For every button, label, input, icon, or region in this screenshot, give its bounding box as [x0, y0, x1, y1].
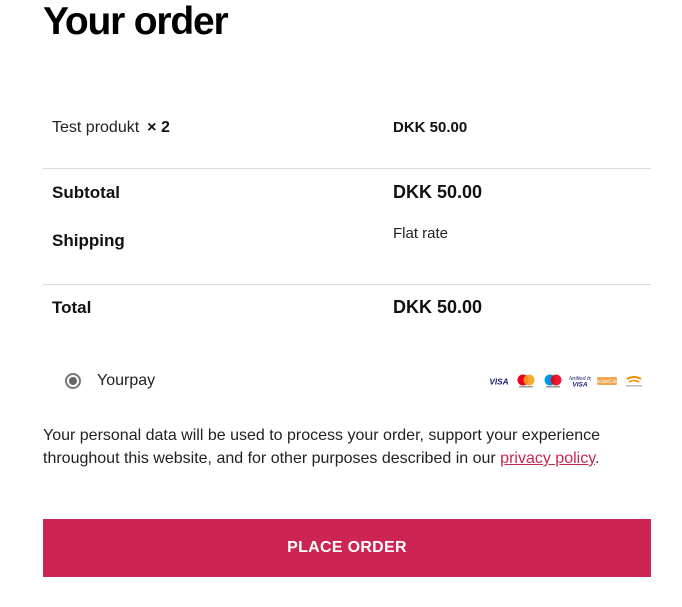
subtotal-label: Subtotal — [52, 183, 120, 202]
privacy-text-end: . — [595, 450, 600, 467]
product-quantity: × 2 — [147, 119, 170, 136]
payment-method-label[interactable]: Yourpay — [97, 372, 155, 390]
order-item-row: Test produkt × 2 DKK 50.00 — [43, 96, 651, 168]
page-title: Your order — [43, 0, 229, 43]
subtotal-row: Subtotal DKK 50.00 — [43, 169, 651, 217]
payment-method-yourpay[interactable]: Yourpay VISA Verified by VISA — [43, 366, 651, 398]
mastercard-icon — [515, 374, 537, 388]
visa-electron-icon: Verified by VISA — [569, 374, 591, 388]
order-review-table: Test produkt × 2 DKK 50.00 Subtotal DKK 5… — [43, 96, 651, 335]
svg-text:SecureCode: SecureCode — [596, 379, 618, 385]
svg-text:VISA: VISA — [489, 378, 508, 387]
total-value: DKK 50.00 — [393, 297, 483, 317]
total-label: Total — [52, 298, 92, 317]
subtotal-value: DKK 50.00 — [393, 182, 483, 202]
shipping-label: Shipping — [52, 231, 125, 250]
shipping-row: Shipping Flat rate — [43, 217, 651, 284]
shipping-value: Flat rate — [393, 225, 449, 242]
payment-radio[interactable] — [65, 373, 81, 389]
place-order-button[interactable]: PLACE ORDER — [43, 519, 651, 577]
svg-text:VISA: VISA — [572, 382, 587, 389]
privacy-policy-link[interactable]: privacy policy — [500, 450, 595, 467]
dankort-icon: SecureCode — [596, 374, 618, 388]
payment-card-icons: VISA Verified by VISA — [488, 374, 645, 388]
maestro-icon — [542, 374, 564, 388]
privacy-policy-notice: Your personal data will be used to proce… — [43, 424, 653, 470]
total-row: Total DKK 50.00 — [43, 285, 651, 335]
mobilepay-icon — [623, 374, 645, 388]
product-name: Test produkt × 2 — [52, 119, 170, 137]
product-price: DKK 50.00 — [393, 119, 468, 136]
product-name-text: Test produkt — [52, 119, 140, 136]
visa-icon: VISA — [488, 374, 510, 388]
